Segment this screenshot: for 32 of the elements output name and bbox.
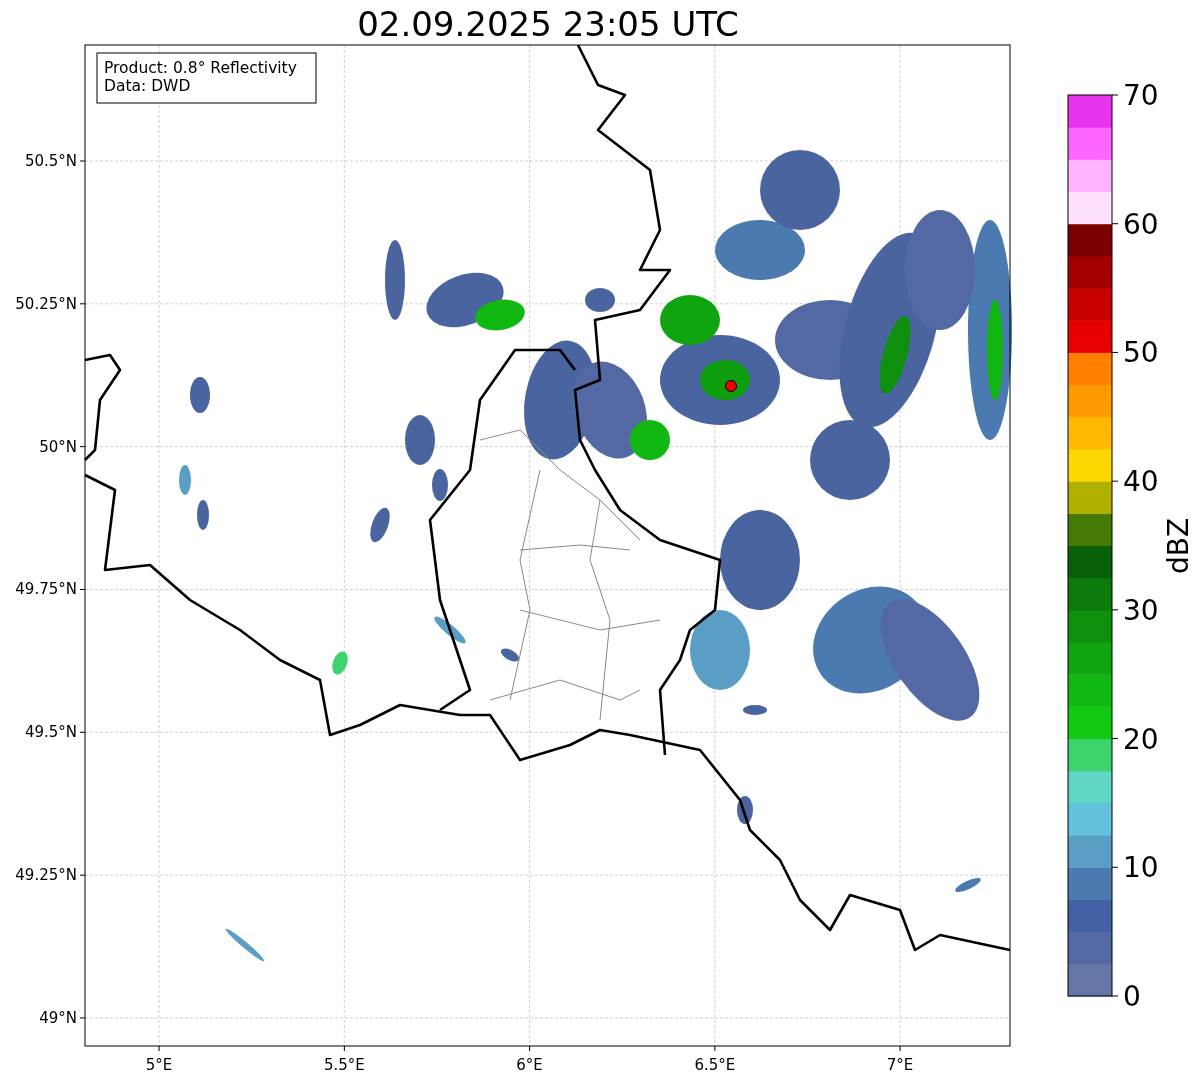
y-tick-label: 49.5°N: [24, 723, 77, 742]
plot-title: 02.09.2025 23:05 UTC: [357, 4, 739, 44]
x-tick-label: 6°E: [516, 1056, 543, 1074]
legend-text: Product: 0.8° Reflectivity: [104, 59, 297, 77]
y-tick-label: 50.25°N: [15, 294, 77, 313]
colorbar-tick-label: 30: [1123, 593, 1159, 627]
colorbar-tick-mark: [1111, 609, 1119, 611]
colorbar-tick-mark: [1111, 866, 1119, 868]
colorbar-tick-label: 50: [1123, 336, 1159, 370]
colorbar-label: dBZ: [1162, 517, 1195, 575]
y-tick-label: 50°N: [39, 437, 77, 456]
y-tick-label: 49.25°N: [15, 866, 77, 885]
colorbar-tick-label: 40: [1123, 465, 1159, 499]
legend-text: Data: DWD: [104, 77, 191, 95]
colorbar-tick-mark: [1111, 738, 1119, 740]
colorbar-tick-mark: [1111, 351, 1119, 353]
y-tick-label: 49.75°N: [15, 580, 77, 599]
y-tick-label: 49°N: [39, 1008, 77, 1027]
colorbar-tick-mark: [1111, 94, 1119, 96]
colorbar-tick-mark: [1111, 995, 1119, 997]
colorbar-tick-mark: [1111, 480, 1119, 482]
colorbar-tick-label: 70: [1123, 79, 1159, 112]
y-tick-label: 50.5°N: [24, 152, 77, 170]
colorbar-tick-mark: [1111, 223, 1119, 225]
colorbar-tick-label: 20: [1123, 722, 1159, 756]
x-tick-label: 7°E: [886, 1056, 914, 1074]
x-tick-label: 5.5°E: [323, 1056, 365, 1074]
colorbar-tick-label: 10: [1123, 851, 1159, 885]
x-tick-label: 5°E: [145, 1056, 173, 1074]
x-tick-label: 6.5°E: [694, 1056, 736, 1074]
colorbar-tick-label: 60: [1123, 207, 1159, 241]
colorbar-tick-label: 0: [1123, 980, 1141, 1013]
